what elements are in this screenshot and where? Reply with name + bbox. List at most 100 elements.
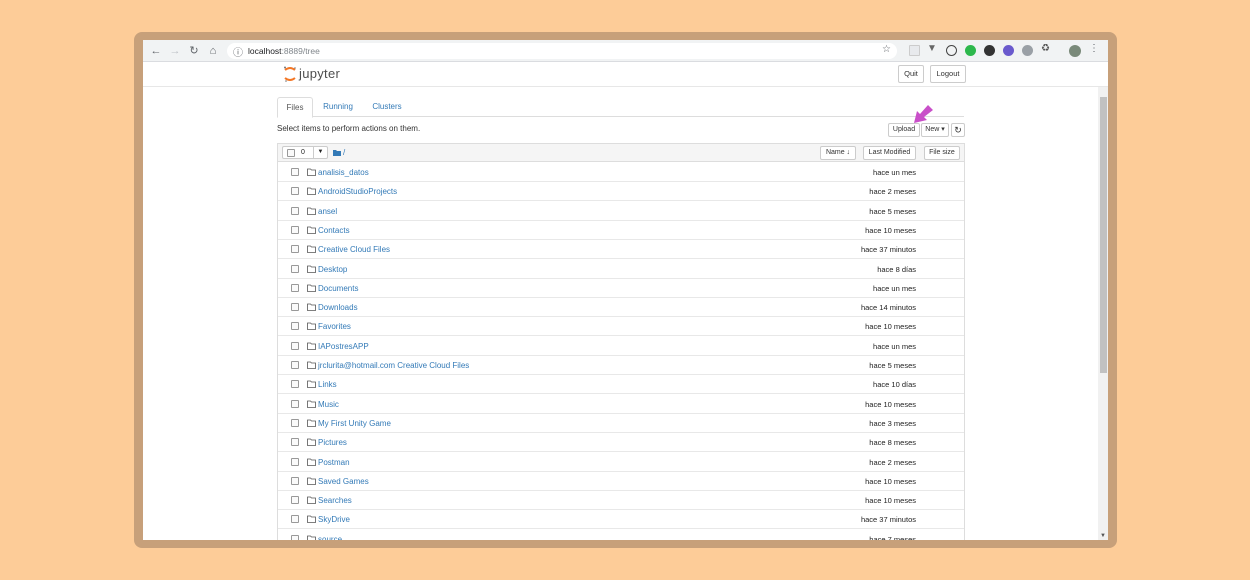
select-all-dropdown[interactable]: 0 ▼ — [282, 146, 328, 159]
row-checkbox[interactable] — [291, 225, 299, 234]
row-checkbox[interactable] — [291, 322, 299, 331]
folder-icon — [307, 342, 316, 350]
chevron-down-icon[interactable]: ▼ — [313, 147, 327, 158]
folder-name-link[interactable]: Documents — [318, 284, 358, 293]
table-row[interactable]: source hace 7 meses — [278, 529, 964, 540]
table-row[interactable]: Saved Games hace 10 meses — [278, 471, 964, 491]
table-row[interactable]: Links hace 10 días — [278, 375, 964, 395]
table-row[interactable]: ansel hace 5 meses — [278, 201, 964, 221]
row-checkbox[interactable] — [291, 187, 299, 196]
bookmark-star-icon[interactable]: ☆ — [882, 44, 891, 55]
recycle-icon[interactable]: ♻ — [1041, 43, 1052, 54]
evernote-icon[interactable] — [965, 45, 976, 56]
last-modified: hace 37 minutos — [860, 245, 916, 255]
folder-name-link[interactable]: Links — [318, 380, 337, 389]
row-checkbox[interactable] — [291, 283, 299, 292]
upload-button[interactable]: Upload — [888, 123, 920, 137]
row-checkbox[interactable] — [291, 534, 299, 540]
folder-name-link[interactable]: AndroidStudioProjects — [318, 187, 397, 196]
table-row[interactable]: Favorites hace 10 meses — [278, 317, 964, 337]
folder-name-link[interactable]: Creative Cloud Files — [318, 245, 390, 254]
folder-name-link[interactable]: Favorites — [318, 322, 351, 331]
scroll-down-arrow-icon[interactable]: ▼ — [1100, 533, 1106, 539]
reload-icon[interactable]: ↻ — [187, 44, 201, 58]
extension-dark-icon[interactable] — [984, 45, 995, 56]
folder-name-link[interactable]: Desktop — [318, 265, 347, 274]
row-checkbox[interactable] — [291, 303, 299, 312]
refresh-icon[interactable]: ↻ — [951, 123, 965, 137]
table-row[interactable]: Searches hace 10 meses — [278, 491, 964, 511]
menu-kebab-icon[interactable]: ⋮ — [1089, 43, 1099, 54]
home-icon[interactable]: ⌂ — [206, 44, 220, 58]
table-row[interactable]: AndroidStudioProjects hace 2 meses — [278, 182, 964, 202]
table-row[interactable]: jrclurita@hotmail.com Creative Cloud Fil… — [278, 356, 964, 375]
scrollbar-thumb[interactable] — [1100, 97, 1107, 373]
select-all-checkbox[interactable] — [287, 149, 295, 157]
row-checkbox[interactable] — [291, 515, 299, 524]
breadcrumb-root[interactable]: / — [343, 148, 345, 157]
row-checkbox[interactable] — [291, 168, 299, 176]
row-checkbox[interactable] — [291, 399, 299, 408]
profile-avatar-icon[interactable] — [1069, 45, 1081, 57]
forward-icon[interactable]: → — [168, 44, 182, 58]
table-row[interactable]: Desktop hace 8 días — [278, 259, 964, 279]
folder-name-link[interactable]: jrclurita@hotmail.com Creative Cloud Fil… — [318, 361, 469, 370]
page-scrollbar[interactable]: ▼ — [1098, 87, 1108, 540]
row-checkbox[interactable] — [291, 496, 299, 505]
address-bar[interactable]: ⓘ localhost:8889/tree ☆ — [227, 43, 897, 59]
folder-name-link[interactable]: Saved Games — [318, 477, 369, 486]
folder-name-link[interactable]: Pictures — [318, 438, 347, 447]
tab-files[interactable]: Files — [277, 97, 313, 118]
folder-name-link[interactable]: Music — [318, 400, 339, 409]
row-checkbox[interactable] — [291, 457, 299, 466]
table-row[interactable]: SkyDrive hace 37 minutos — [278, 510, 964, 530]
table-row[interactable]: analisis_datos hace un mes — [278, 163, 964, 182]
row-checkbox[interactable] — [291, 206, 299, 215]
table-row[interactable]: IAPostresAPP hace un mes — [278, 336, 964, 356]
folder-name-link[interactable]: Postman — [318, 458, 350, 467]
tab-running[interactable]: Running — [317, 97, 359, 117]
folder-name-link[interactable]: source — [318, 535, 342, 540]
logout-button[interactable]: Logout — [930, 65, 966, 83]
extension-gray-icon[interactable] — [1022, 45, 1033, 56]
row-checkbox[interactable] — [291, 361, 299, 369]
folder-name-link[interactable]: IAPostresAPP — [318, 342, 369, 351]
row-checkbox[interactable] — [291, 380, 299, 389]
last-modified: hace 2 meses — [869, 187, 916, 197]
extension-square-icon[interactable] — [909, 45, 920, 56]
folder-name-link[interactable]: SkyDrive — [318, 515, 350, 524]
last-modified: hace 10 meses — [865, 225, 916, 235]
site-info-icon[interactable]: ⓘ — [233, 44, 243, 59]
table-row[interactable]: My First Unity Game hace 3 meses — [278, 413, 964, 433]
table-row[interactable]: Creative Cloud Files hace 37 minutos — [278, 240, 964, 260]
extension-circle-icon[interactable] — [946, 45, 957, 56]
table-row[interactable]: Contacts hace 10 meses — [278, 220, 964, 240]
browser-window: ← → ↻ ⌂ ⓘ localhost:8889/tree ☆ ▼ ♻ ⋮ ju… — [143, 40, 1108, 540]
tab-clusters[interactable]: Clusters — [365, 97, 409, 117]
row-checkbox[interactable] — [291, 418, 299, 427]
sort-by-name-button[interactable]: Name ↓ — [820, 146, 856, 160]
row-checkbox[interactable] — [291, 245, 299, 254]
new-dropdown-button[interactable]: New ▾ — [921, 123, 949, 137]
table-row[interactable]: Pictures hace 8 meses — [278, 433, 964, 453]
folder-name-link[interactable]: Downloads — [318, 303, 358, 312]
row-checkbox[interactable] — [291, 341, 299, 350]
quit-button[interactable]: Quit — [898, 65, 924, 83]
row-checkbox[interactable] — [291, 476, 299, 485]
table-row[interactable]: Downloads hace 14 minutos — [278, 298, 964, 318]
folder-name-link[interactable]: Contacts — [318, 226, 350, 235]
folder-name-link[interactable]: My First Unity Game — [318, 419, 391, 428]
back-icon[interactable]: ← — [149, 44, 163, 58]
folder-name-link[interactable]: Searches — [318, 496, 352, 505]
extension-v-icon[interactable]: ▼ — [927, 43, 938, 54]
table-row[interactable]: Music hace 10 meses — [278, 394, 964, 414]
sort-by-size-button[interactable]: File size — [924, 146, 960, 160]
sort-by-modified-button[interactable]: Last Modified — [863, 146, 916, 160]
row-checkbox[interactable] — [291, 264, 299, 273]
folder-name-link[interactable]: ansel — [318, 207, 337, 216]
table-row[interactable]: Postman hace 2 meses — [278, 452, 964, 472]
row-checkbox[interactable] — [291, 438, 299, 447]
extension-purple-icon[interactable] — [1003, 45, 1014, 56]
table-row[interactable]: Documents hace un mes — [278, 278, 964, 298]
folder-name-link[interactable]: analisis_datos — [318, 168, 369, 177]
